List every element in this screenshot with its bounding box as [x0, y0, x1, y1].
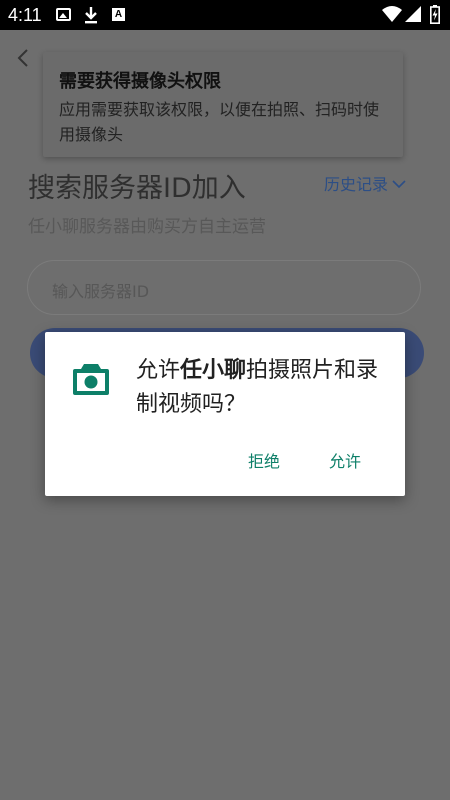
battery-charging-icon	[430, 5, 440, 28]
status-bar: 4:11 A	[0, 0, 450, 30]
camera-icon	[72, 362, 110, 400]
banner-title: 需要获得摄像头权限	[59, 71, 221, 92]
server-id-input[interactable]: 输入服务器ID	[27, 260, 421, 315]
banner-body: 应用需要获取该权限，以便在拍照、扫码时使用摄像头	[59, 100, 380, 144]
history-label: 历史记录	[324, 175, 389, 194]
dialog-prefix: 允许	[136, 358, 181, 383]
chevron-down-icon	[392, 174, 406, 193]
download-icon	[84, 6, 98, 28]
server-id-placeholder: 输入服务器ID	[52, 282, 150, 301]
history-dropdown[interactable]: 历史记录	[324, 171, 406, 195]
dialog-message: 允许任小聊拍摄照片和录制视频吗？	[136, 354, 394, 422]
page-subtitle: 任小聊服务器由购买方自主运营	[28, 217, 266, 237]
wifi-icon	[382, 6, 402, 26]
permission-explanation-banner: 需要获得摄像头权限 应用需要获取该权限，以便在拍照、扫码时使用摄像头	[43, 52, 403, 157]
dialog-app-name: 任小聊	[180, 358, 247, 383]
back-arrow-icon[interactable]	[16, 48, 30, 72]
status-time: 4:11	[8, 5, 42, 25]
signal-icon	[405, 6, 421, 26]
allow-button[interactable]: 允许	[329, 448, 361, 472]
deny-button[interactable]: 拒绝	[248, 448, 280, 472]
a-badge-icon: A	[112, 8, 125, 21]
image-icon	[56, 8, 71, 21]
permission-dialog: 允许任小聊拍摄照片和录制视频吗？ 拒绝 允许	[45, 332, 405, 496]
page-heading: 搜索服务器ID加入	[28, 173, 246, 204]
